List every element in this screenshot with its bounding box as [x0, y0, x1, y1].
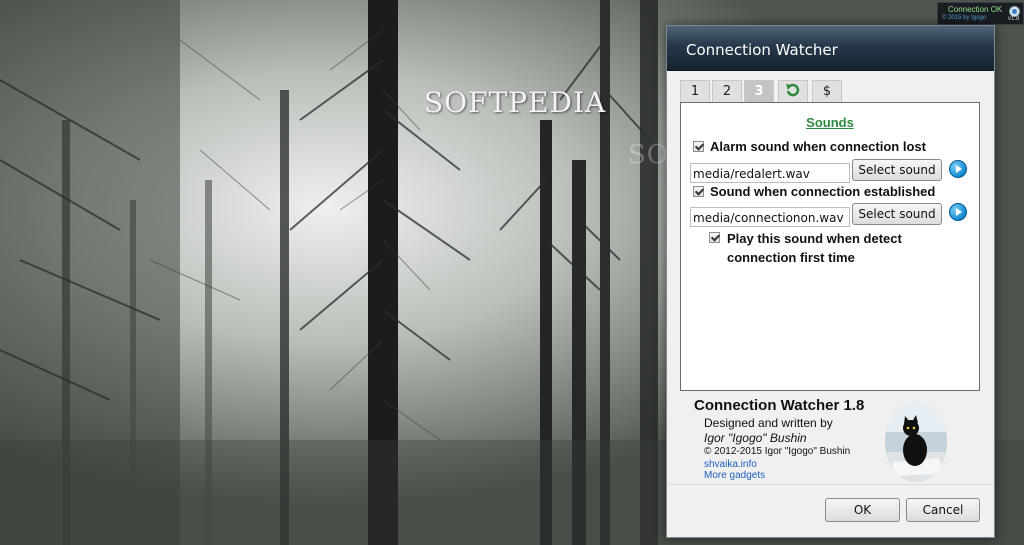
first-time-label-line2: connection first time [727, 250, 855, 265]
play-established-sound-icon[interactable] [949, 203, 967, 221]
established-label: Sound when connection established [710, 184, 936, 199]
softpedia-watermark: SOFTPEDIA [424, 86, 607, 119]
first-time-label-line1: Play this sound when detect [727, 231, 902, 246]
alarm-sound-path-input[interactable]: media/redalert.wav [690, 163, 850, 183]
author-cat-photo [885, 402, 947, 482]
ok-button[interactable]: OK [825, 498, 900, 522]
sounds-heading[interactable]: Sounds [681, 115, 979, 130]
about-author: Igor "Igogo" Bushin [704, 431, 807, 445]
site-link[interactable]: shvaika.info [704, 459, 757, 470]
select-established-sound-button[interactable]: Select sound [852, 203, 942, 225]
tab-donate[interactable]: $ [812, 80, 842, 102]
first-time-checkbox[interactable] [709, 232, 720, 243]
play-alarm-sound-icon[interactable] [949, 160, 967, 178]
sounds-panel: Sounds Alarm sound when connection lost … [680, 102, 980, 391]
cancel-button[interactable]: Cancel [906, 498, 980, 522]
gadget-status: Connection OK [948, 5, 1003, 14]
alarm-lost-checkbox[interactable] [693, 141, 704, 152]
connection-gadget[interactable]: Connection OK © 2015 by Igogo v1.8 [937, 2, 1024, 25]
tab-1[interactable]: 1 [680, 80, 710, 102]
footer-divider [667, 484, 994, 485]
title-bar[interactable]: Connection Watcher [667, 26, 994, 71]
cat-image [885, 402, 947, 482]
select-alarm-sound-button[interactable]: Select sound [852, 159, 942, 181]
tab-3[interactable]: 3 [744, 80, 774, 102]
tab-update[interactable] [778, 80, 808, 102]
alarm-lost-checkbox-row[interactable]: Alarm sound when connection lost [693, 139, 926, 154]
alarm-lost-label: Alarm sound when connection lost [710, 139, 926, 154]
gadget-copyright: © 2015 by Igogo [942, 15, 987, 21]
settings-dialog: Connection Watcher 1 2 3 $ Sounds Alarm … [666, 25, 995, 538]
about-designed: Designed and written by [704, 416, 833, 430]
more-gadgets-link[interactable]: More gadgets [704, 470, 765, 481]
tab-2[interactable]: 2 [712, 80, 742, 102]
about-copyright: © 2012-2015 Igor "Igogo" Bushin [704, 446, 851, 457]
established-sound-path-input[interactable]: media/connectionon.wav [690, 207, 850, 227]
about-app-title: Connection Watcher 1.8 [694, 397, 865, 414]
established-checkbox[interactable] [693, 186, 704, 197]
dialog-title: Connection Watcher [686, 41, 838, 59]
refresh-icon [786, 83, 800, 97]
gadget-version: v1.8 [1008, 16, 1020, 22]
first-time-checkbox-row[interactable]: Play this sound when detect connection f… [709, 229, 902, 267]
established-checkbox-row[interactable]: Sound when connection established [693, 184, 935, 199]
